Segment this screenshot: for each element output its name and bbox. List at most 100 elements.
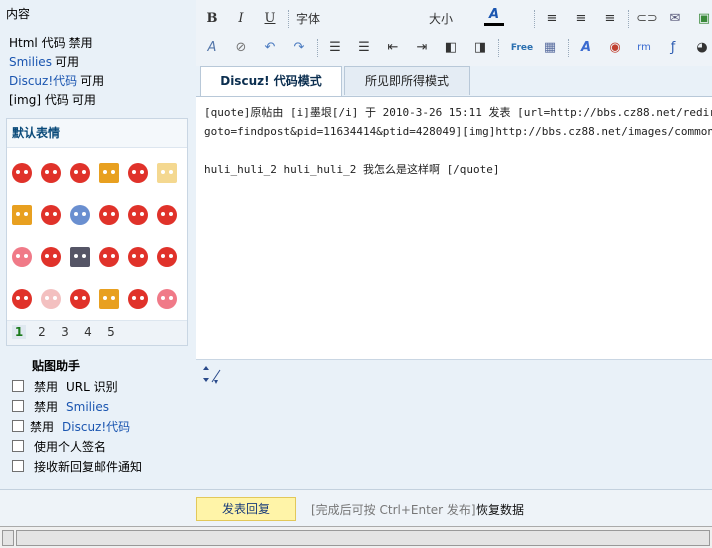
permission-smilies: Smilies 可用	[9, 55, 79, 69]
ordered-list-icon[interactable]: ☰	[325, 38, 345, 58]
align-left-icon[interactable]: ≡	[542, 9, 562, 29]
link-icon[interactable]: ⊂⊃	[636, 9, 658, 29]
italic-icon[interactable]: I	[231, 9, 251, 29]
submit-reply-button[interactable]: 发表回复	[196, 497, 296, 521]
qq-icon[interactable]: ◕	[692, 38, 712, 58]
smiley-icon[interactable]	[41, 163, 61, 183]
toolbar-separator	[534, 10, 535, 28]
smiley-icon[interactable]	[157, 289, 177, 309]
toolbar-separator	[568, 39, 569, 57]
option-disable-url[interactable]: 禁用 URL 识别	[12, 378, 118, 395]
smiley-icon[interactable]	[128, 289, 148, 309]
smiley-icon[interactable]	[128, 163, 148, 183]
smilies-page-5[interactable]: 5	[104, 325, 118, 339]
toolbar-separator	[288, 10, 289, 28]
smilies-title: 默认表情	[7, 119, 187, 148]
real-icon[interactable]: rm	[634, 38, 654, 58]
permission-discuz: Discuz!代码 可用	[9, 74, 105, 88]
text-line	[204, 141, 712, 160]
smiley-icon[interactable]	[157, 247, 177, 267]
text-line: [quote]原帖由 [i]墨垠[/i] 于 2010-3-26 15:11 发…	[204, 106, 712, 119]
smiley-icon[interactable]	[12, 289, 32, 309]
checkbox[interactable]	[12, 380, 24, 392]
smilies-panel: 默认表情 1 2 3 4 5	[6, 118, 188, 346]
smilies-pager: 1 2 3 4 5	[7, 320, 187, 345]
media-icon[interactable]: ◉	[605, 38, 625, 58]
smilies-page-2[interactable]: 2	[35, 325, 49, 339]
tab-wysiwyg-mode[interactable]: 所见即所得模式	[344, 66, 470, 95]
option-email-notify[interactable]: 接收新回复邮件通知	[12, 458, 142, 475]
tab-code-mode[interactable]: Discuz! 代码模式	[200, 66, 342, 97]
restore-data-link[interactable]: 恢复数据	[476, 501, 524, 518]
smiley-icon[interactable]	[128, 205, 148, 225]
free-icon[interactable]: Free	[508, 38, 536, 58]
redo-icon[interactable]: ↷	[289, 38, 309, 58]
smilies-page-1[interactable]: 1	[12, 325, 26, 339]
smiley-icon[interactable]	[70, 289, 90, 309]
smiley-icon[interactable]	[12, 163, 32, 183]
font-select[interactable]: 字体	[296, 9, 320, 29]
image-helper-title[interactable]: 贴图助手	[32, 357, 80, 374]
smiley-icon[interactable]	[70, 247, 90, 267]
font-color-icon[interactable]: A	[484, 7, 504, 26]
checkbox[interactable]	[12, 440, 24, 452]
email-icon[interactable]: ✉	[665, 9, 685, 29]
smiley-icon[interactable]	[70, 205, 90, 225]
editor-area: Discuz! 代码模式 所见即所得模式 [quote]原帖由 [i]墨垠[/i…	[196, 66, 712, 396]
smiley-icon[interactable]	[99, 163, 119, 183]
smiley-icon[interactable]	[99, 247, 119, 267]
checkbox[interactable]	[12, 460, 24, 472]
smiley-icon[interactable]	[157, 205, 177, 225]
submit-bar: 发表回复 [完成后可按 Ctrl+Enter 发布] 恢复数据	[0, 489, 712, 526]
checkbox[interactable]	[12, 420, 24, 432]
option-disable-discuz[interactable]: 禁用 Discuz!代码	[12, 418, 130, 435]
indent-icon[interactable]: ⇥	[412, 38, 432, 58]
editor-toolbar: B I U 字体 大小 A ≡ ≡ ≡ ⊂⊃ ✉ ▣ A ⊘ ↶ ↷ ☰ ☰ ⇤…	[196, 0, 712, 66]
permission-html: Html 代码 禁用	[9, 36, 93, 50]
smiley-icon[interactable]	[12, 205, 32, 225]
smiley-icon[interactable]	[41, 289, 61, 309]
outdent-icon[interactable]: ⇤	[383, 38, 403, 58]
toolbar-separator	[498, 39, 499, 57]
text-line: goto=findpost&pid=11634414&ptid=428049][…	[204, 125, 712, 138]
align-right-icon[interactable]: ≡	[600, 9, 620, 29]
undo-icon[interactable]: ↶	[260, 38, 280, 58]
option-use-signature[interactable]: 使用个人签名	[12, 438, 106, 455]
flash-icon[interactable]: ƒ	[663, 38, 683, 58]
smiley-icon[interactable]	[99, 205, 119, 225]
table-icon[interactable]: ▦	[540, 38, 560, 58]
permission-img: [img] 代码 可用	[9, 93, 96, 107]
unordered-list-icon[interactable]: ☰	[354, 38, 374, 58]
smiley-icon[interactable]	[157, 163, 177, 183]
remove-format-icon[interactable]: A	[202, 38, 222, 58]
image-icon[interactable]: ▣	[694, 9, 712, 29]
window-status-bar	[0, 526, 712, 548]
toolbar-separator	[317, 39, 318, 57]
smiley-icon[interactable]	[99, 289, 119, 309]
bold-icon[interactable]: B	[202, 9, 222, 29]
smiley-icon[interactable]	[128, 247, 148, 267]
option-disable-smilies[interactable]: 禁用 Smilies	[12, 398, 109, 415]
smiley-icon[interactable]	[41, 247, 61, 267]
status-segment	[16, 530, 710, 546]
smiley-icon[interactable]	[12, 247, 32, 267]
text-effect-icon[interactable]: A	[576, 38, 596, 58]
message-textarea[interactable]: [quote]原帖由 [i]墨垠[/i] 于 2010-3-26 15:11 发…	[196, 96, 712, 360]
float-left-icon[interactable]: ◧	[441, 38, 461, 58]
submit-hint: [完成后可按 Ctrl+Enter 发布]	[311, 503, 476, 517]
smilies-page-3[interactable]: 3	[58, 325, 72, 339]
underline-icon[interactable]: U	[260, 9, 280, 29]
smilies-page-4[interactable]: 4	[81, 325, 95, 339]
resize-handle-icon[interactable]	[200, 362, 228, 390]
unlink-icon[interactable]: ⊘	[231, 38, 251, 58]
smiley-icon[interactable]	[41, 205, 61, 225]
checkbox[interactable]	[12, 400, 24, 412]
left-panel: 内容 Html 代码 禁用 Smilies 可用 Discuz!代码 可用 [img]…	[0, 0, 196, 490]
content-label: 内容	[6, 7, 31, 21]
smiley-icon[interactable]	[70, 163, 90, 183]
align-center-icon[interactable]: ≡	[571, 9, 591, 29]
float-right-icon[interactable]: ◨	[470, 38, 490, 58]
size-select[interactable]: 大小	[429, 9, 453, 29]
text-line: huli_huli_2 huli_huli_2 我怎么是这样啊 [/quote]	[204, 163, 500, 176]
status-segment	[2, 530, 14, 546]
